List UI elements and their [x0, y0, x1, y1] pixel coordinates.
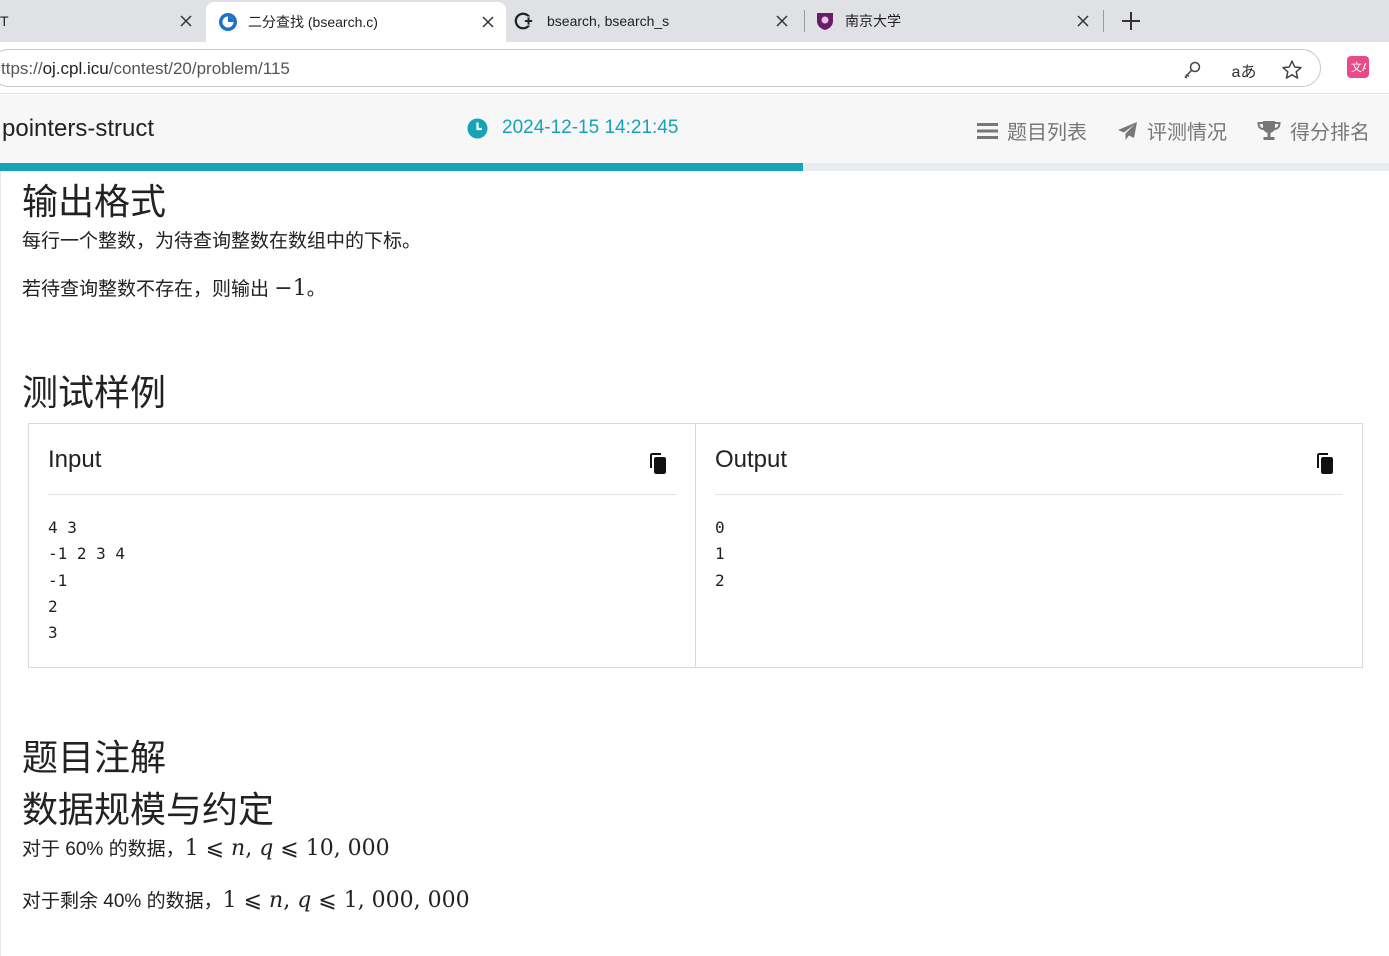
copy-output-icon[interactable] [1316, 452, 1334, 474]
svg-text:文A: 文A [1351, 60, 1366, 74]
tab-title: bsearch, bsearch_s [547, 13, 670, 29]
tab-cppreference[interactable]: bsearch, bsearch_s [510, 0, 800, 42]
contest-title[interactable]: pointers-struct [2, 115, 154, 143]
data-scale-line2: 对于剩余 40% 的数据，1 ⩽ n, q ⩽ 1, 000, 000 [22, 886, 470, 913]
sample-input-card: Input 4 3 -1 2 3 4 -1 2 3 [28, 423, 696, 668]
data-scale-line1-math: 1 ⩽ n, q ⩽ 10, 000 [184, 836, 390, 861]
problem-content: 输出格式 每行一个整数，为待查询整数在数组中的下标。 若待查询整数不存在，则输出… [0, 171, 1389, 956]
samples-heading: 测试样例 [22, 372, 167, 413]
tab-divider [1103, 10, 1104, 32]
data-scale-heading: 数据规模与约定 [22, 789, 275, 830]
tab-nju[interactable]: 南京大学 [813, 0, 1101, 42]
tab-bsearch-c[interactable]: 二分查找 (bsearch.c) [206, 2, 506, 42]
math-var-q: q [259, 836, 274, 861]
nav-label: 评测情况 [1147, 122, 1227, 144]
math-var-n: n [231, 836, 246, 861]
address-bar[interactable]: ttps://oj.cpl.icu/contest/20/problem/115… [0, 49, 1321, 87]
nav-label: 题目列表 [1007, 122, 1087, 144]
sample-output-text[interactable]: 0 1 2 [715, 515, 725, 594]
tab-title: T [0, 13, 9, 29]
sample-output-card: Output 0 1 2 [696, 423, 1363, 668]
data-scale-line1-text: 对于 60% 的数据， [22, 839, 185, 860]
math-part: 1 ⩽ [222, 888, 270, 913]
math-part: 1 ⩽ [184, 836, 232, 861]
paper-plane-icon [1118, 121, 1137, 140]
tab-title: 南京大学 [845, 13, 901, 29]
output-format-heading: 输出格式 [22, 181, 167, 222]
nav-ranking[interactable]: 得分排名 [1257, 116, 1370, 145]
star-icon[interactable] [1281, 59, 1303, 81]
math-var-q: q [297, 888, 312, 913]
sample-input-label: Input [48, 446, 102, 473]
close-icon[interactable] [770, 9, 794, 33]
cpl-oj-icon [218, 12, 238, 32]
browser-tab-strip: T 二分查找 (bsearch.c) bsearch, bsearch_s 南京… [0, 0, 1389, 42]
close-icon[interactable] [174, 9, 198, 33]
url-prefix: ttps:// [1, 59, 43, 78]
divider [715, 494, 1343, 495]
data-scale-line2-math: 1 ⩽ n, q ⩽ 1, 000, 000 [222, 888, 470, 913]
math-part: ⩽ 1, 000, 000 [311, 888, 470, 913]
output-format-line2: 若待查询整数不存在，则输出 −1。 [22, 274, 326, 301]
tab-title: 二分查找 (bsearch.c) [248, 14, 378, 30]
sample-output-label: Output [715, 446, 788, 473]
nav-label: 得分排名 [1290, 122, 1370, 144]
close-icon[interactable] [476, 10, 500, 34]
contest-clock: 2024-12-15 14:21:45 [467, 117, 678, 139]
key-icon[interactable] [1181, 59, 1203, 81]
data-scale-line1: 对于 60% 的数据，1 ⩽ n, q ⩽ 10, 000 [22, 834, 390, 861]
nav-submissions[interactable]: 评测情况 [1117, 116, 1227, 145]
browser-toolbar: ttps://oj.cpl.icu/contest/20/problem/115… [0, 42, 1389, 94]
contest-progress-bar [0, 163, 1389, 171]
url-text[interactable]: ttps://oj.cpl.icu/contest/20/problem/115 [1, 59, 290, 79]
notes-heading: 题目注解 [22, 737, 167, 778]
output-format-line1: 每行一个整数，为待查询整数在数组中的下标。 [22, 231, 422, 252]
datetime-text: 2024-12-15 14:21:45 [502, 117, 679, 138]
close-icon[interactable] [1071, 9, 1095, 33]
divider [48, 494, 676, 495]
cppreference-icon [514, 11, 534, 31]
list-icon [977, 122, 998, 139]
clock-icon [467, 118, 488, 138]
output-format-line2-end: 。 [306, 279, 326, 300]
url-path: /contest/20/problem/115 [108, 59, 290, 78]
copy-input-icon[interactable] [649, 452, 667, 474]
output-format-line2-text: 若待查询整数不存在，则输出 [22, 279, 275, 300]
extension-icon[interactable]: 文A [1347, 56, 1369, 78]
tab-divider [804, 10, 805, 32]
data-scale-line2-text: 对于剩余 40% 的数据， [22, 891, 223, 912]
math-var-n: n [269, 888, 284, 913]
new-tab-button[interactable] [1118, 8, 1144, 34]
site-header: pointers-struct 2024-12-15 14:21:45 题目列表… [0, 95, 1389, 163]
output-format-line2-math: −1 [274, 276, 307, 301]
math-part: ⩽ 10, 000 [273, 836, 390, 861]
nju-crest-icon [815, 11, 835, 31]
translate-icon[interactable]: aあ [1231, 59, 1257, 81]
nav-problem-list[interactable]: 题目列表 [977, 116, 1087, 145]
sample-input-text[interactable]: 4 3 -1 2 3 4 -1 2 3 [48, 515, 125, 646]
trophy-icon [1257, 121, 1281, 140]
contest-progress-fill [0, 163, 803, 171]
url-host: oj.cpl.icu [42, 59, 109, 78]
tab-previous[interactable]: T [0, 0, 204, 42]
